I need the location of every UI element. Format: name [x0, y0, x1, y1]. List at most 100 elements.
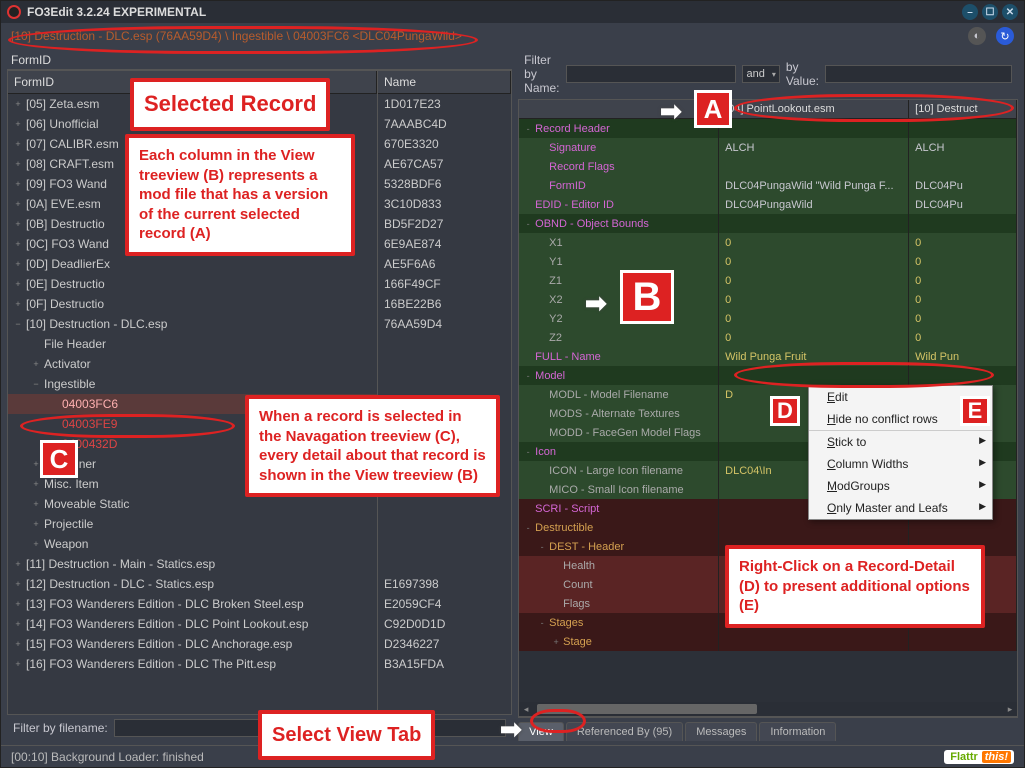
tab-view[interactable]: View	[518, 722, 564, 741]
nav-tree-name-cell[interactable]	[378, 394, 511, 414]
nav-tree-name-cell[interactable]: C92D0D1D	[378, 614, 511, 634]
navigation-tree[interactable]: FormID +[05] Zeta.esm+[06] Unofficial+[0…	[7, 70, 512, 715]
nav-tree-name-cell[interactable]: AE5F6A6	[378, 254, 511, 274]
view-row[interactable]: -Record Header	[519, 119, 1017, 138]
nav-tree-row[interactable]: +[13] FO3 Wanderers Edition - DLC Broken…	[8, 594, 377, 614]
nav-tree-name-cell[interactable]	[378, 474, 511, 494]
nav-tree-row[interactable]: +[14] FO3 Wanderers Edition - DLC Point …	[8, 614, 377, 634]
context-menu-item[interactable]: Edit	[809, 386, 992, 408]
nav-tree-row[interactable]: +[0F] Destructio	[8, 294, 377, 314]
view-horizontal-scrollbar[interactable]: ◂▸	[519, 702, 1017, 716]
view-row[interactable]: Y200	[519, 309, 1017, 328]
view-row[interactable]: Z100	[519, 271, 1017, 290]
view-row[interactable]: X200	[519, 290, 1017, 309]
nav-tree-name-cell[interactable]	[378, 414, 511, 434]
view-row[interactable]: -Stages	[519, 613, 1017, 632]
tab-referenced-by-[interactable]: Referenced By (95)	[566, 722, 683, 741]
view-row[interactable]: -DEST - Header	[519, 537, 1017, 556]
nav-tree-row[interactable]: +Weapon	[8, 534, 377, 554]
view-row[interactable]: -OBND - Object Bounds	[519, 214, 1017, 233]
col-name-header[interactable]: Name	[378, 71, 511, 93]
nav-tree-row[interactable]: +Misc. Item	[8, 474, 377, 494]
nav-tree-name-cell[interactable]	[378, 374, 511, 394]
filename-filter-input[interactable]	[114, 719, 506, 737]
nav-tree-name-cell[interactable]	[378, 454, 511, 474]
nav-tree-row[interactable]: +Moveable Static	[8, 494, 377, 514]
view-col-mod-b[interactable]: [10] Destruct	[909, 100, 1017, 118]
view-row[interactable]: Z200	[519, 328, 1017, 347]
view-row[interactable]: Flags	[519, 594, 1017, 613]
history-back-button[interactable]: ◐	[968, 27, 986, 45]
view-row[interactable]: X100	[519, 233, 1017, 252]
nav-tree-name-cell[interactable]	[378, 334, 511, 354]
view-row[interactable]: SignatureALCHALCH	[519, 138, 1017, 157]
view-row[interactable]: Record Flags	[519, 157, 1017, 176]
context-menu-item[interactable]: Stick to▶	[809, 431, 992, 453]
col-formid-header[interactable]: FormID	[8, 71, 377, 93]
view-row[interactable]: -Destructible	[519, 518, 1017, 537]
view-row[interactable]: EDID - Editor IDDLC04PungaWildDLC04Pu	[519, 195, 1017, 214]
nav-tree-row[interactable]: +[0C] FO3 Wand	[8, 234, 377, 254]
nav-tree-row[interactable]: +[16] FO3 Wanderers Edition - DLC The Pi…	[8, 654, 377, 674]
context-menu-item[interactable]: Only Master and Leafs▶	[809, 497, 992, 519]
context-menu[interactable]: EditHide no conflict rowsStick to▶Column…	[808, 385, 993, 520]
nav-tree-row[interactable]: +Activator	[8, 354, 377, 374]
nav-tree-row[interactable]: +[0B] Destructio	[8, 214, 377, 234]
nav-tree-name-cell[interactable]: D2346227	[378, 634, 511, 654]
view-row[interactable]: -Model	[519, 366, 1017, 385]
nav-tree-row[interactable]: +[15] FO3 Wanderers Edition - DLC Anchor…	[8, 634, 377, 654]
nav-tree-row[interactable]: +[05] Zeta.esm	[8, 94, 377, 114]
nav-tree-name-cell[interactable]	[378, 494, 511, 514]
view-col-blank[interactable]	[519, 100, 719, 118]
nav-tree-row[interactable]: +[0D] DeadlierEx	[8, 254, 377, 274]
nav-tree-name-cell[interactable]: E2059CF4	[378, 594, 511, 614]
nav-tree-row[interactable]: +[08] CRAFT.esm	[8, 154, 377, 174]
history-forward-button[interactable]: ↻	[996, 27, 1014, 45]
view-row[interactable]: Health	[519, 556, 1017, 575]
nav-tree-row[interactable]: +Container	[8, 454, 377, 474]
nav-tree-name-cell[interactable]: 16BE22B6	[378, 294, 511, 314]
close-button[interactable]: ✕	[1002, 4, 1018, 20]
nav-tree-name-cell[interactable]	[378, 434, 511, 454]
view-row[interactable]: Count	[519, 575, 1017, 594]
view-col-mod-a[interactable]: [04] PointLookout.esm	[719, 100, 909, 118]
nav-tree-row[interactable]: File Header	[8, 334, 377, 354]
view-row[interactable]: Y100	[519, 252, 1017, 271]
nav-tree-row[interactable]: +[06] Unofficial	[8, 114, 377, 134]
nav-tree-name-cell[interactable]: BD5F2D27	[378, 214, 511, 234]
context-menu-item[interactable]: ModGroups▶	[809, 475, 992, 497]
nav-tree-row[interactable]: 0400432D	[8, 434, 377, 454]
nav-tree-name-cell[interactable]: 7AAABC4D	[378, 114, 511, 134]
by-value-input[interactable]	[825, 65, 1012, 83]
tab-messages[interactable]: Messages	[685, 722, 757, 741]
nav-tree-row[interactable]: +Projectile	[8, 514, 377, 534]
view-row[interactable]: FULL - NameWild Punga FruitWild Pun	[519, 347, 1017, 366]
nav-tree-name-cell[interactable]: 6E9AE874	[378, 234, 511, 254]
nav-tree-name-cell[interactable]	[378, 354, 511, 374]
nav-tree-name-cell[interactable]: B3A15FDA	[378, 654, 511, 674]
nav-tree-name-cell[interactable]	[378, 534, 511, 554]
nav-tree-name-cell[interactable]	[378, 554, 511, 574]
nav-tree-row[interactable]: +[11] Destruction - Main - Statics.esp	[8, 554, 377, 574]
nav-tree-row[interactable]: 04003FC6	[8, 394, 377, 414]
nav-tree-row[interactable]: +[0A] EVE.esm	[8, 194, 377, 214]
nav-tree-name-cell[interactable]: 76AA59D4	[378, 314, 511, 334]
nav-tree-row[interactable]: 04003FE9	[8, 414, 377, 434]
nav-tree-name-cell[interactable]: AE67CA57	[378, 154, 511, 174]
flattr-button[interactable]: Flattr this!	[944, 750, 1014, 764]
view-row[interactable]: FormIDDLC04PungaWild "Wild Punga F...DLC…	[519, 176, 1017, 195]
minimize-button[interactable]: –	[962, 4, 978, 20]
nav-tree-name-cell[interactable]: 3C10D833	[378, 194, 511, 214]
nav-tree-name-cell[interactable]: 5328BDF6	[378, 174, 511, 194]
nav-tree-row[interactable]: +[07] CALIBR.esm	[8, 134, 377, 154]
nav-tree-row[interactable]: +[09] FO3 Wand	[8, 174, 377, 194]
filter-operator-dropdown[interactable]: and	[742, 65, 780, 83]
context-menu-item[interactable]: Column Widths▶	[809, 453, 992, 475]
nav-tree-name-cell[interactable]: E1697398	[378, 574, 511, 594]
nav-tree-row[interactable]: +[12] Destruction - DLC - Statics.esp	[8, 574, 377, 594]
nav-tree-row[interactable]: −[10] Destruction - DLC.esp	[8, 314, 377, 334]
nav-tree-name-cell[interactable]: 670E3320	[378, 134, 511, 154]
nav-tree-row[interactable]: −Ingestible	[8, 374, 377, 394]
tab-information[interactable]: Information	[759, 722, 836, 741]
context-menu-item[interactable]: Hide no conflict rows	[809, 408, 992, 431]
